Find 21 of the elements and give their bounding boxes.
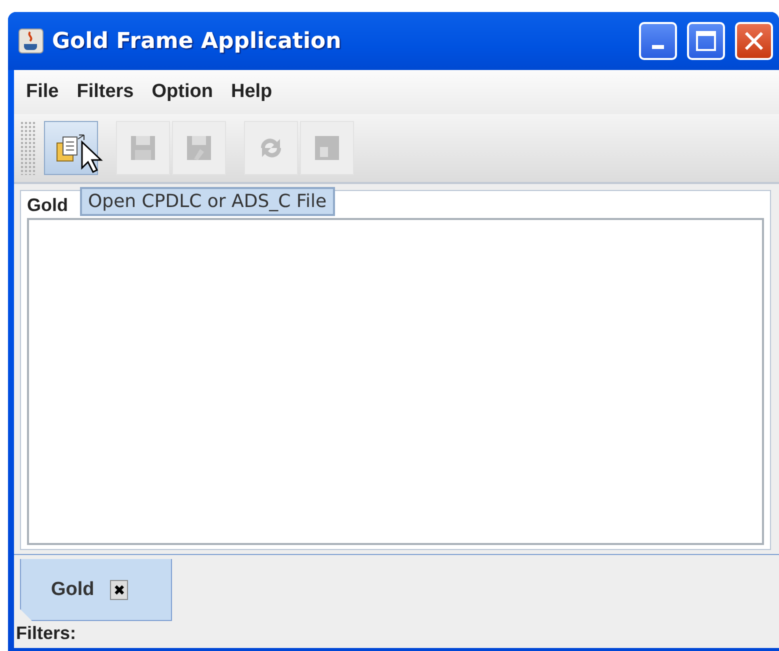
- tab[interactable]: Gold ✖: [20, 559, 172, 621]
- tab-label: Gold: [51, 578, 94, 600]
- minimize-icon: [652, 45, 664, 49]
- menu-item[interactable]: Help: [224, 81, 278, 103]
- minimize-button[interactable]: [639, 22, 677, 60]
- menu-item[interactable]: Option: [146, 81, 219, 103]
- tooltip: Open CPDLC or ADS_C File: [80, 187, 335, 216]
- panel-label: Gold: [27, 195, 68, 216]
- toolbar-grip[interactable]: [20, 121, 36, 175]
- window-title: Gold Frame Application: [52, 28, 342, 54]
- tab-close-button[interactable]: ✖: [110, 580, 128, 600]
- menu-item[interactable]: File: [20, 81, 65, 103]
- close-button[interactable]: [735, 22, 773, 60]
- mouse-pointer-icon: [80, 140, 104, 174]
- menu-item[interactable]: Filters: [70, 81, 140, 103]
- status-label: Filters:: [15, 622, 78, 645]
- maximize-button[interactable]: [687, 22, 725, 60]
- toolbar-button[interactable]: [44, 121, 98, 175]
- maximize-icon: [695, 30, 717, 52]
- coffee-cup-icon: [18, 28, 44, 54]
- close-icon: [743, 30, 765, 52]
